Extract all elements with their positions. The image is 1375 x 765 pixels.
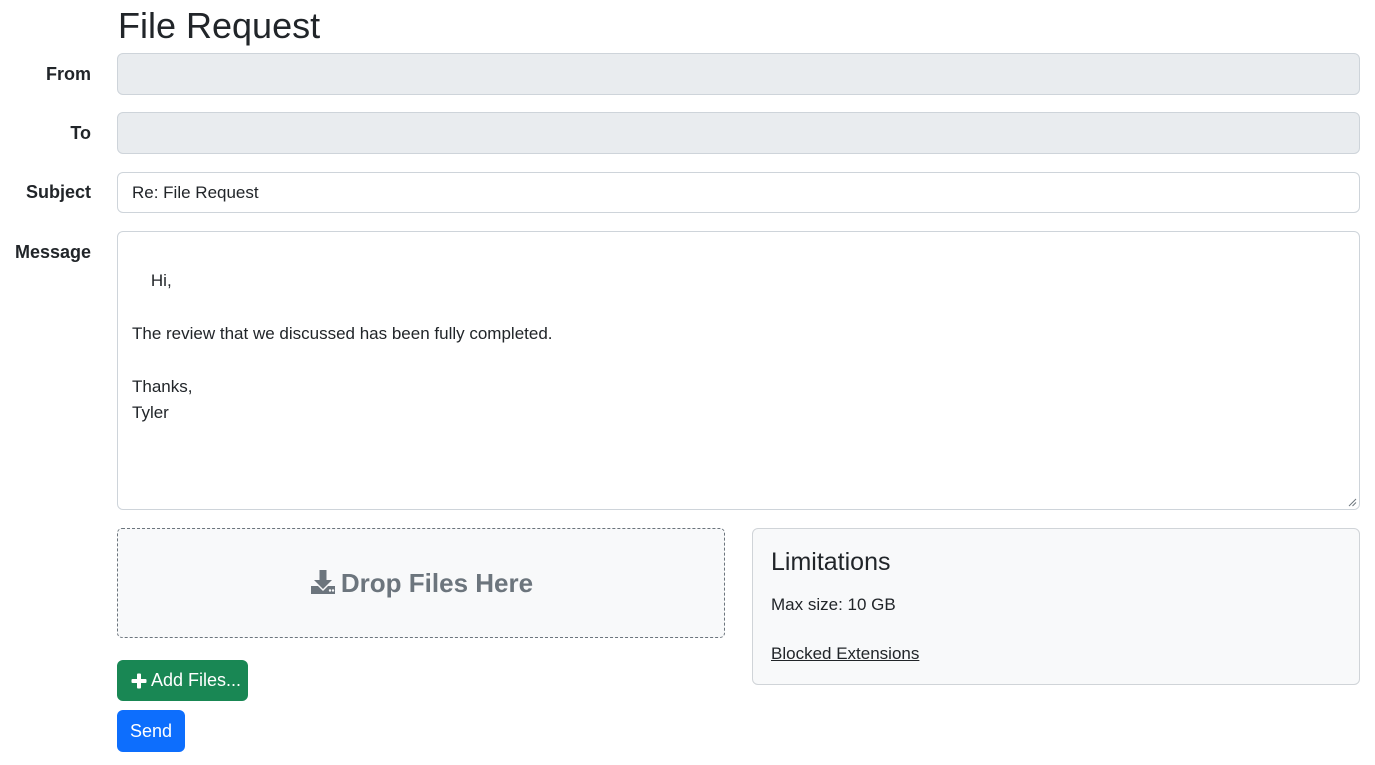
to-label: To xyxy=(70,123,91,143)
limitations-title: Limitations xyxy=(771,548,891,576)
send-button[interactable]: Send xyxy=(117,710,185,752)
add-files-button[interactable]: Add Files... xyxy=(117,660,248,701)
from-field xyxy=(117,53,1360,95)
file-dropzone[interactable]: Drop Files Here xyxy=(117,528,725,638)
resize-grip-icon[interactable] xyxy=(1347,497,1357,507)
subject-input[interactable]: Re: File Request xyxy=(117,172,1360,213)
dropzone-label: Drop Files Here xyxy=(340,567,534,598)
add-files-label: Add Files... xyxy=(151,670,242,690)
from-label: From xyxy=(46,64,91,84)
message-text: Hi, The review that we discussed has bee… xyxy=(132,270,553,423)
page-title: File Request xyxy=(118,5,321,46)
subject-label: Subject xyxy=(25,182,91,202)
to-field xyxy=(117,112,1360,154)
message-label: Message xyxy=(14,242,91,262)
limitations-panel: Limitations Max size: 10 GB Blocked Exte… xyxy=(752,528,1360,685)
blocked-extensions-link[interactable]: Blocked Extensions xyxy=(771,644,919,664)
max-size-text: Max size: 10 GB xyxy=(771,595,896,614)
file-request-page: File Request From To Subject Re: File Re… xyxy=(0,0,1375,765)
plus-icon xyxy=(131,673,147,688)
download-icon xyxy=(310,570,335,594)
message-textarea[interactable]: Hi, The review that we discussed has bee… xyxy=(117,231,1360,510)
